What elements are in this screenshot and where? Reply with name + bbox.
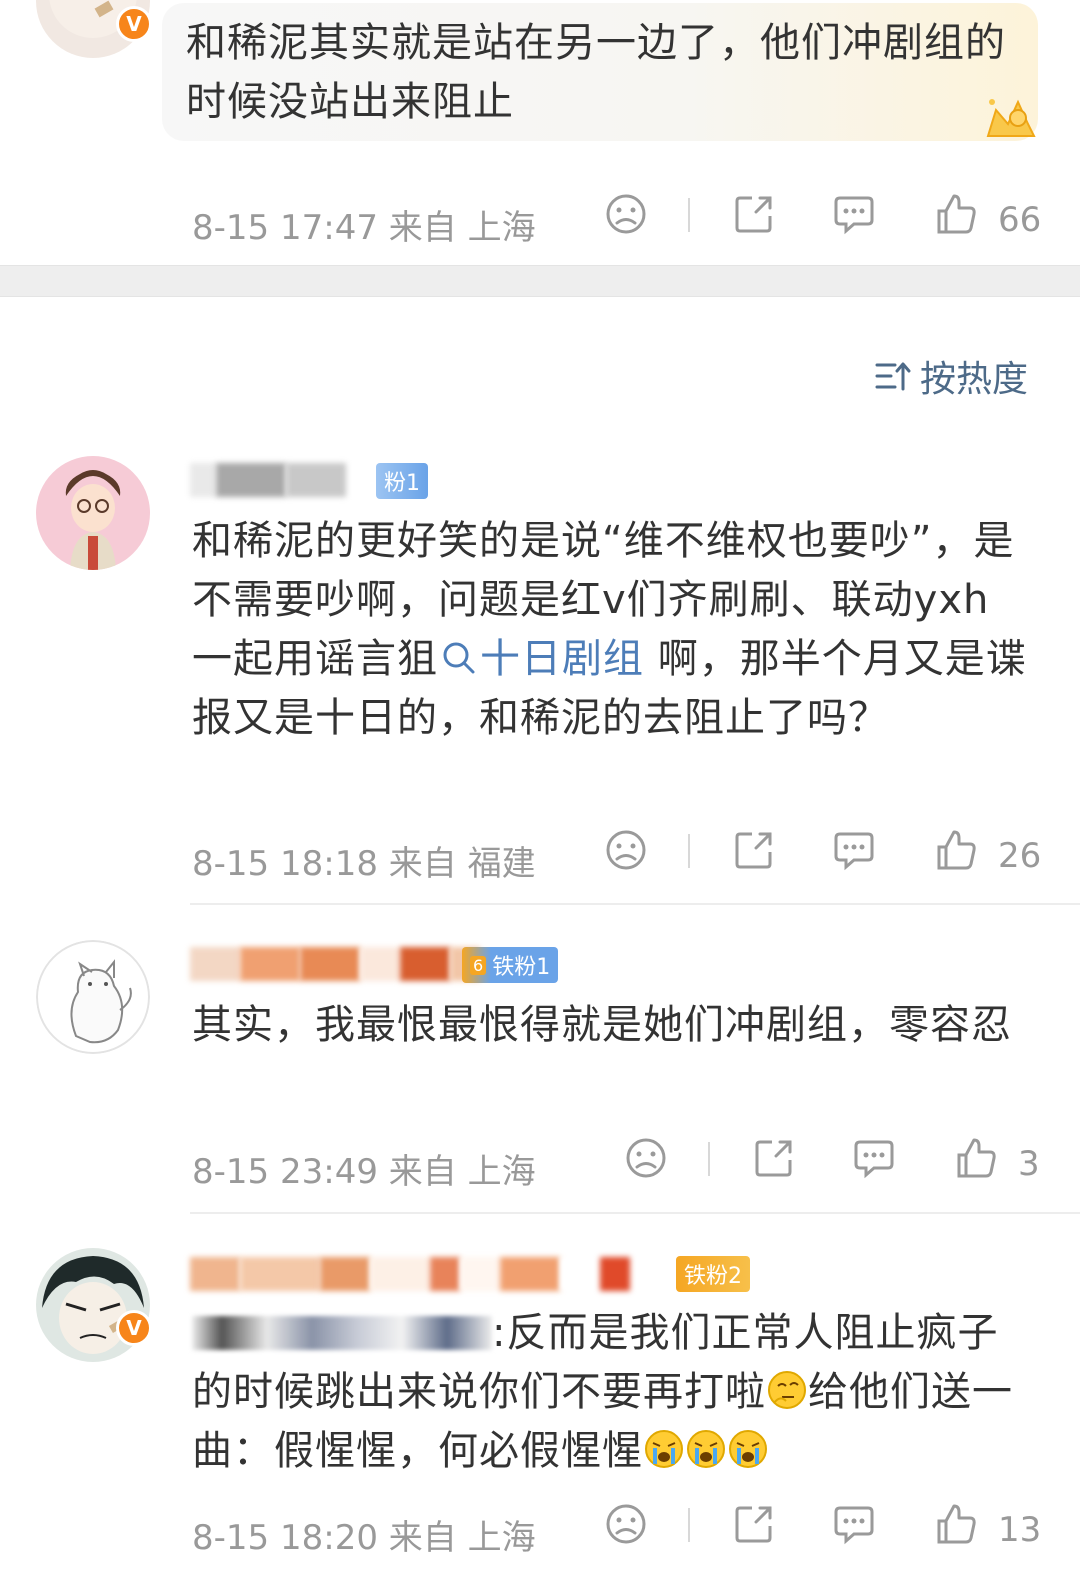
sort-label: 按热度 [919, 359, 1028, 400]
comment-text: :反而是我们正常人阻止疯子的时候跳出来说你们不要再打啦 给他们送一曲：假惺惺，何必… [192, 1310, 1013, 1474]
divider [688, 834, 690, 868]
sort-by-hot-button[interactable]: 按热度 [874, 352, 1028, 400]
divider [688, 1508, 690, 1542]
comment-text: 和稀泥其实就是站在另一边了，他们冲剧组的时候没站出来阻止 [186, 20, 1006, 125]
like-count: 3 [1018, 1144, 1040, 1184]
avatar[interactable] [36, 456, 150, 570]
comment-meta-row: 8-15 18:20 来自 上海 13 [192, 1502, 1052, 1558]
crying-face-icon [729, 1430, 767, 1468]
verified-v-icon: V [116, 1310, 152, 1346]
username[interactable] [190, 460, 346, 500]
comment-bubble-icon[interactable] [852, 1136, 896, 1180]
username[interactable] [190, 1254, 630, 1294]
comment-bubble-icon[interactable] [832, 192, 876, 236]
fan-badge: 铁粉2 [676, 1256, 750, 1292]
share-icon[interactable] [752, 1136, 796, 1180]
comment-timestamp: 8-15 18:20 来自 上海 [192, 1518, 536, 1558]
share-icon[interactable] [732, 1502, 776, 1546]
divider [688, 198, 690, 232]
thumbs-up-icon[interactable] [934, 1502, 978, 1546]
share-icon[interactable] [732, 828, 776, 872]
search-icon [443, 642, 475, 674]
avatar[interactable]: V [36, 1248, 152, 1362]
fan-badge: 6 铁粉1 [462, 947, 559, 983]
comment-meta-row: 8-15 18:18 来自 福建 26 [192, 828, 1052, 884]
share-icon[interactable] [732, 192, 776, 236]
verified-v-icon: V [116, 6, 152, 42]
comment-timestamp: 8-15 23:49 来自 上海 [192, 1152, 536, 1192]
avatar[interactable]: V [36, 0, 152, 58]
comment-separator [190, 1212, 1080, 1214]
thumbs-up-icon[interactable] [934, 828, 978, 872]
sad-face-icon[interactable] [624, 1136, 668, 1180]
avatar[interactable] [36, 940, 150, 1054]
avatar-image [36, 940, 150, 1054]
crying-face-icon [687, 1430, 725, 1468]
comment-bubble-icon[interactable] [832, 828, 876, 872]
comment-text: 其实，我最恨最恨得就是她们冲剧组，零容忍 [192, 1002, 1012, 1048]
comment-timestamp: 8-15 18:18 来自 福建 [192, 844, 536, 884]
sad-face-icon[interactable] [604, 828, 648, 872]
thumbs-up-icon[interactable] [934, 192, 978, 236]
comment-meta-row: 8-15 23:49 来自 上海 3 [192, 1136, 1052, 1192]
thumbs-up-icon[interactable] [954, 1136, 998, 1180]
comment-timestamp: 8-15 17:47 来自 上海 [192, 208, 536, 248]
fan-level: 6 [470, 955, 487, 975]
crying-face-icon [645, 1430, 683, 1468]
section-divider [0, 265, 1080, 297]
mention-username[interactable] [192, 1316, 492, 1350]
divider [708, 1142, 710, 1176]
fan-badge: 粉1 [376, 463, 428, 499]
comment-text: 和稀泥的更好笑的是说“维不维权也要吵”，是不需要吵啊，问题是红v们齐刷刷、联动y… [192, 518, 1027, 741]
sort-icon [875, 362, 911, 391]
sad-face-icon[interactable] [604, 1502, 648, 1546]
comment-meta-row: 8-15 17:47 来自 上海 66 [192, 192, 1052, 248]
username[interactable] [190, 944, 480, 984]
like-count: 66 [998, 200, 1042, 240]
like-count: 13 [998, 1510, 1042, 1550]
comment-bubble-icon[interactable] [832, 1502, 876, 1546]
avatar-image [36, 456, 150, 570]
sad-face-icon[interactable] [604, 192, 648, 236]
like-count: 26 [998, 836, 1042, 876]
comment-separator [190, 903, 1080, 905]
topic-link[interactable]: 十日剧组 [438, 636, 644, 682]
thinking-face-icon [768, 1371, 806, 1409]
